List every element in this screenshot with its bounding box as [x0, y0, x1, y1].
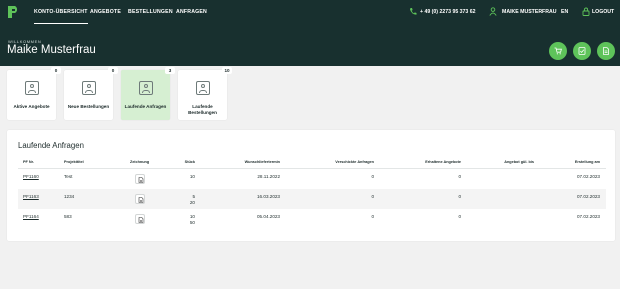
- column-header-erhaltene-angebote[interactable]: Erhaltene Angebote: [401, 160, 461, 164]
- created-date: 07.02.2023: [577, 194, 600, 199]
- nav-konto-uebersicht[interactable]: KONTO-ÜBERSICHT: [34, 0, 88, 24]
- nav-anfragen[interactable]: ANFRAGEN: [176, 0, 207, 24]
- logo-icon[interactable]: [7, 5, 19, 19]
- language-switch[interactable]: EN: [561, 0, 568, 24]
- quantity: 10: [189, 214, 195, 219]
- table-row[interactable]: [18, 169, 606, 189]
- cart-button[interactable]: [549, 42, 567, 60]
- document-button[interactable]: [597, 42, 615, 60]
- table-row[interactable]: [18, 209, 606, 231]
- count-badge: 0: [51, 67, 61, 74]
- column-header-projekttitel[interactable]: Projekttitel: [64, 160, 84, 164]
- quantity: 50: [189, 220, 195, 225]
- received-offers: 0: [458, 214, 461, 219]
- orders-icon: [578, 47, 586, 55]
- count-badge: 10: [222, 67, 232, 74]
- received-offers: 0: [458, 174, 461, 179]
- created-date: 07.02.2023: [577, 214, 600, 219]
- desired-delivery-date: 16.03.2023: [257, 194, 280, 199]
- project-title: 1234: [64, 194, 75, 199]
- orders-button[interactable]: [573, 42, 591, 60]
- drawing-file-icon: [138, 196, 143, 203]
- drawing-button[interactable]: [135, 194, 145, 204]
- top-navigation-bar: KONTO-ÜBERSICHT ANGEBOTE BESTELLUNGEN AN…: [0, 0, 620, 24]
- count-badge: 3: [165, 67, 175, 74]
- tile-laufende-bestellungen[interactable]: Laufende Bestellungen: [178, 70, 227, 120]
- project-title: 583: [64, 214, 72, 219]
- pf-number-link[interactable]: PF1164: [23, 214, 39, 219]
- drawing-button[interactable]: [135, 174, 145, 184]
- count-badge: 0: [108, 67, 118, 74]
- created-date: 07.02.2023: [577, 174, 600, 179]
- user-card-icon: [139, 81, 153, 95]
- pf-number-link[interactable]: PF1163: [23, 194, 39, 199]
- tile-label: Laufende Anfragen: [124, 104, 167, 109]
- lock-icon: [582, 7, 590, 16]
- column-header-zeichnung[interactable]: Zeichnung: [130, 160, 149, 164]
- tile-aktive-angebote[interactable]: Aktive Angebote: [7, 70, 56, 120]
- column-header-erstellung-am[interactable]: Erstellung am: [540, 160, 600, 164]
- tile-label: Aktive Angebote: [13, 104, 50, 109]
- drawing-button[interactable]: [135, 214, 145, 224]
- column-header-wunschliefertermin[interactable]: Wunschliefertermin: [220, 160, 280, 164]
- tile-laufende-anfragen[interactable]: Laufende Anfragen: [121, 70, 170, 120]
- quantity: 5: [192, 194, 195, 199]
- sent-requests: 0: [371, 174, 374, 179]
- column-header-verschickte-anfragen[interactable]: Verschickte Anfragen: [314, 160, 374, 164]
- sent-requests: 0: [371, 194, 374, 199]
- sent-requests: 0: [371, 214, 374, 219]
- column-header-angebot-gueltig-bis[interactable]: Angebot gül. bis: [474, 160, 534, 164]
- project-title: Test: [64, 174, 73, 179]
- phone-number[interactable]: + 49 (0) 2273 95 373 62: [420, 0, 476, 24]
- user-card-icon: [25, 81, 39, 95]
- card-title: Laufende Anfragen: [18, 141, 84, 150]
- nav-angebote[interactable]: ANGEBOTE: [90, 0, 121, 24]
- page-title: Maike Musterfrau: [7, 44, 96, 56]
- document-icon: [603, 47, 609, 55]
- user-card-icon: [196, 81, 210, 95]
- user-icon: [489, 7, 497, 16]
- received-offers: 0: [458, 194, 461, 199]
- desired-delivery-date: 05.04.2023: [257, 214, 280, 219]
- user-card-icon: [82, 81, 96, 95]
- quantity: 20: [189, 200, 195, 205]
- tile-label: Laufende Bestellungen: [188, 104, 217, 115]
- column-header-pf-nr[interactable]: PF Nr.: [23, 160, 34, 164]
- table-row[interactable]: [18, 189, 606, 209]
- cart-icon: [554, 47, 562, 55]
- pf-number-link[interactable]: PF1160: [23, 174, 39, 179]
- drawing-file-icon: [138, 176, 143, 183]
- logout-link[interactable]: LOGOUT: [592, 0, 614, 24]
- column-header-stueck[interactable]: Stück: [175, 160, 195, 164]
- phone-icon: [410, 8, 417, 15]
- quantity: 10: [189, 174, 195, 179]
- desired-delivery-date: 28.11.2022: [257, 174, 280, 179]
- tile-label: Neue Bestellungen: [67, 104, 110, 109]
- tile-neue-bestellungen[interactable]: Neue Bestellungen: [64, 70, 113, 120]
- user-menu[interactable]: MAIKE MUSTERFRAU: [502, 0, 556, 24]
- drawing-file-icon: [138, 216, 143, 223]
- nav-bestellungen[interactable]: BESTELLUNGEN: [128, 0, 173, 24]
